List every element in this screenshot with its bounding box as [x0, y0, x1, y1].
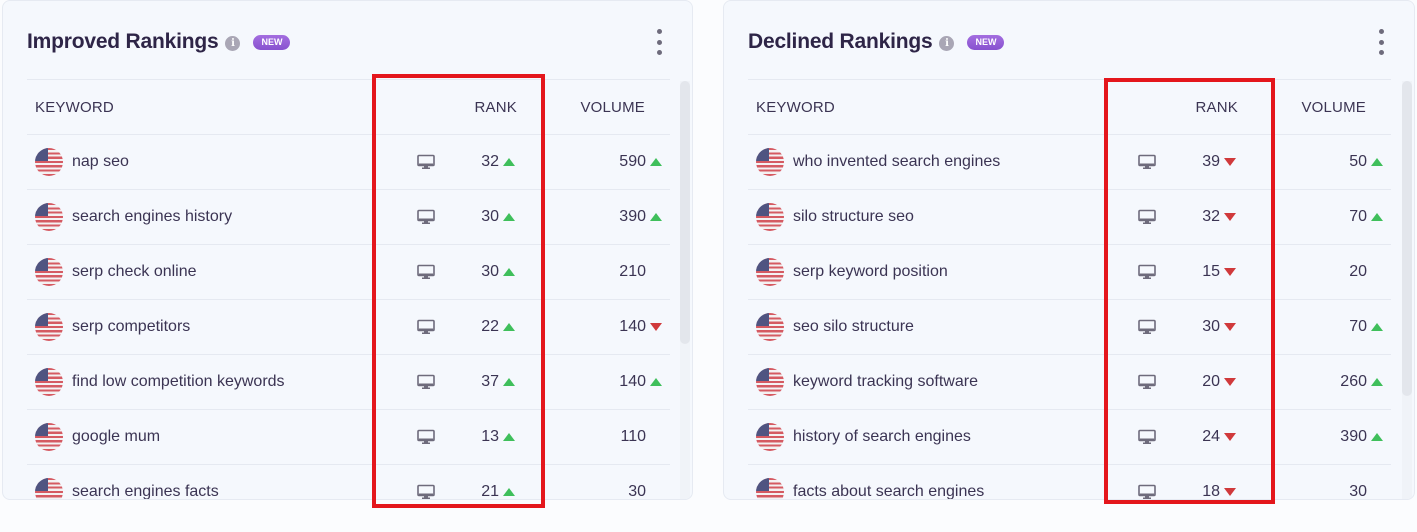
table-row[interactable]: who invented search engines 39 50: [748, 134, 1391, 189]
table-row[interactable]: seo silo structure 30 70: [748, 299, 1391, 354]
keyword-text[interactable]: nap seo: [72, 153, 129, 171]
us-flag-icon: [35, 203, 63, 231]
table-row[interactable]: keyword tracking software 20 260: [748, 354, 1391, 409]
rankings-table: KEYWORD RANK VOLUME nap seo 32 590 searc…: [27, 79, 670, 500]
volume-value: 30: [1349, 483, 1367, 500]
keyword-text[interactable]: serp competitors: [72, 318, 190, 336]
scrollbar-thumb[interactable]: [1402, 81, 1412, 396]
rank-column-highlight: [1104, 78, 1275, 504]
volume-value: 20: [1349, 263, 1367, 280]
us-flag-icon: [35, 258, 63, 286]
table-row[interactable]: serp keyword position 15 20: [748, 244, 1391, 299]
trend-up-icon: [1371, 158, 1383, 166]
trend-up-icon: [650, 378, 662, 386]
panel-header: Improved Rankings i NEW: [27, 27, 291, 57]
volume-value: 140: [619, 373, 646, 390]
more-vertical-icon[interactable]: [654, 29, 664, 55]
keyword-text[interactable]: serp check online: [72, 263, 197, 281]
declined-rankings-panel: Declined Rankings i NEW KEYWORD RANK VOL…: [723, 0, 1415, 500]
keyword-text[interactable]: who invented search engines: [793, 153, 1000, 171]
keyword-text[interactable]: find low competition keywords: [72, 373, 285, 391]
volume-value: 70: [1349, 318, 1367, 335]
us-flag-icon: [756, 148, 784, 176]
volume-value: 210: [619, 263, 646, 280]
table-row[interactable]: history of search engines 24 390: [748, 409, 1391, 464]
us-flag-icon: [756, 368, 784, 396]
new-badge: NEW: [967, 34, 1005, 50]
trend-up-icon: [650, 213, 662, 221]
volume-value: 390: [1340, 428, 1367, 445]
column-header-volume[interactable]: VOLUME: [1301, 99, 1366, 116]
keyword-text[interactable]: seo silo structure: [793, 318, 914, 336]
volume-value: 590: [619, 153, 646, 170]
us-flag-icon: [756, 423, 784, 451]
keyword-text[interactable]: history of search engines: [793, 428, 971, 446]
us-flag-icon: [756, 258, 784, 286]
info-icon[interactable]: i: [939, 36, 955, 51]
table-row[interactable]: nap seo 32 590: [27, 134, 670, 189]
table-row[interactable]: search engines facts 21 30: [27, 464, 670, 500]
volume-value: 110: [620, 428, 646, 445]
trend-up-icon: [1371, 433, 1383, 441]
volume-value: 260: [1340, 373, 1367, 390]
table-header-row: KEYWORD RANK VOLUME: [27, 79, 670, 134]
keyword-text[interactable]: serp keyword position: [793, 263, 948, 281]
new-badge: NEW: [253, 34, 291, 50]
panel-title: Improved Rankings: [27, 30, 219, 53]
keyword-text[interactable]: silo structure seo: [793, 208, 914, 226]
trend-up-icon: [1371, 213, 1383, 221]
scrollbar-thumb[interactable]: [680, 81, 690, 344]
keyword-text[interactable]: keyword tracking software: [793, 373, 978, 391]
table-row[interactable]: silo structure seo 32 70: [748, 189, 1391, 244]
us-flag-icon: [756, 313, 784, 341]
keyword-text[interactable]: google mum: [72, 428, 160, 446]
table-header-row: KEYWORD RANK VOLUME: [748, 79, 1391, 134]
table-row[interactable]: serp check online 30 210: [27, 244, 670, 299]
us-flag-icon: [35, 423, 63, 451]
table-row[interactable]: find low competition keywords 37 140: [27, 354, 670, 409]
us-flag-icon: [35, 478, 63, 499]
us-flag-icon: [756, 203, 784, 231]
trend-up-icon: [1371, 323, 1383, 331]
panel-header: Declined Rankings i NEW: [748, 27, 1005, 57]
trend-up-icon: [1371, 378, 1383, 386]
rank-column-highlight: [372, 74, 545, 508]
column-header-keyword[interactable]: KEYWORD: [756, 99, 835, 116]
us-flag-icon: [35, 313, 63, 341]
trend-down-icon: [650, 323, 662, 331]
column-header-volume[interactable]: VOLUME: [580, 99, 645, 116]
improved-rankings-panel: Improved Rankings i NEW KEYWORD RANK VOL…: [2, 0, 693, 500]
volume-value: 70: [1349, 208, 1367, 225]
table-row[interactable]: google mum 13 110: [27, 409, 670, 464]
volume-value: 390: [619, 208, 646, 225]
us-flag-icon: [756, 478, 784, 499]
us-flag-icon: [35, 148, 63, 176]
us-flag-icon: [35, 368, 63, 396]
volume-value: 30: [628, 483, 646, 500]
keyword-text[interactable]: facts about search engines: [793, 483, 984, 499]
rankings-table: KEYWORD RANK VOLUME who invented search …: [748, 79, 1391, 500]
info-icon[interactable]: i: [225, 36, 241, 51]
table-row[interactable]: serp competitors 22 140: [27, 299, 670, 354]
keyword-text[interactable]: search engines facts: [72, 483, 219, 499]
volume-value: 140: [619, 318, 646, 335]
table-row[interactable]: search engines history 30 390: [27, 189, 670, 244]
column-header-keyword[interactable]: KEYWORD: [35, 99, 114, 116]
more-vertical-icon[interactable]: [1376, 29, 1386, 55]
trend-up-icon: [650, 158, 662, 166]
keyword-text[interactable]: search engines history: [72, 208, 232, 226]
panel-title: Declined Rankings: [748, 30, 933, 53]
table-row[interactable]: facts about search engines 18 30: [748, 464, 1391, 500]
volume-value: 50: [1349, 153, 1367, 170]
